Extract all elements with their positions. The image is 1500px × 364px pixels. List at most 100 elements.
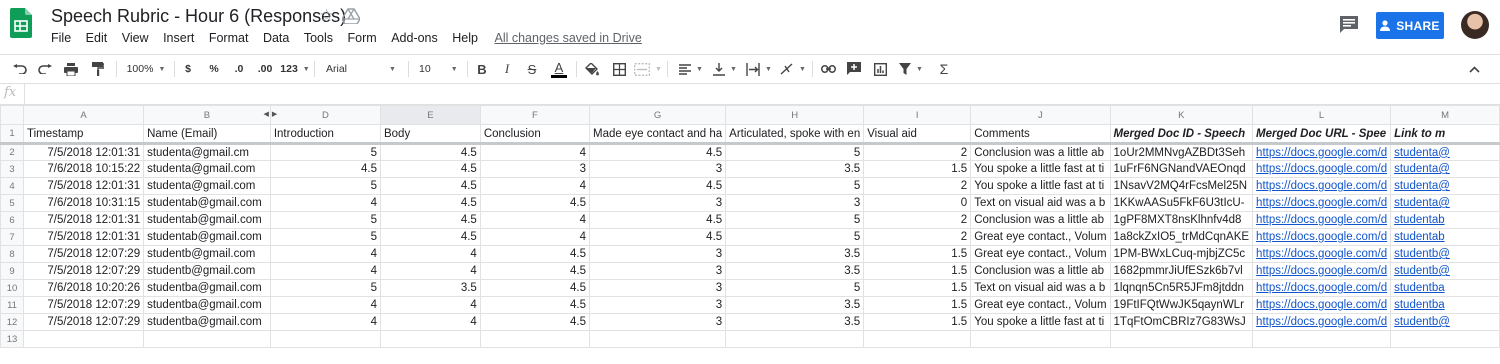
cell[interactable]: 7/6/2018 10:20:26 xyxy=(22,279,145,297)
comments-icon[interactable] xyxy=(1339,15,1359,34)
cell[interactable]: 4.5 xyxy=(269,160,381,178)
header-cell[interactable]: Merged Doc URL - Spee xyxy=(1252,124,1392,145)
vertical-align-icon[interactable]: ▼ xyxy=(710,55,740,83)
redo-icon[interactable] xyxy=(34,55,56,83)
cell[interactable]: 4 xyxy=(269,245,381,263)
cell[interactable]: 3 xyxy=(589,313,727,331)
collapse-toolbar-icon[interactable] xyxy=(1463,55,1485,83)
cell[interactable]: 4.5 xyxy=(379,177,481,195)
cell[interactable]: studentba@gmail.com xyxy=(143,279,271,297)
cell[interactable]: 3.5 xyxy=(379,279,481,297)
row-header[interactable]: 8 xyxy=(0,245,24,263)
column-header-l[interactable]: L xyxy=(1252,105,1392,125)
zoom-select[interactable]: 100% ▼ xyxy=(120,55,172,83)
header-cell[interactable]: Visual aid xyxy=(863,124,972,145)
font-family-select[interactable]: Arial ▼ xyxy=(320,55,404,83)
cell[interactable]: https://docs.google.com/d xyxy=(1252,245,1392,263)
cell[interactable]: 4.5 xyxy=(379,228,481,246)
cell[interactable]: 4.5 xyxy=(589,177,727,195)
cell[interactable]: 4 xyxy=(379,245,481,263)
cell[interactable]: 1lqnqn5Cn5R5JFm8jtddn xyxy=(1109,279,1254,297)
row-header[interactable]: 2 xyxy=(0,143,24,161)
cell[interactable]: You spoke a little fast at ti xyxy=(970,177,1111,195)
header-cell[interactable]: Link to m xyxy=(1390,124,1500,145)
cell[interactable] xyxy=(269,330,381,348)
menu-data[interactable]: Data xyxy=(263,31,289,45)
cell[interactable]: 3.5 xyxy=(725,262,865,280)
cell[interactable]: Great eye contact., Volum xyxy=(970,296,1111,314)
cell[interactable]: studentba@gmail.com xyxy=(143,313,271,331)
insert-chart-icon[interactable] xyxy=(869,55,891,83)
cell[interactable]: 7/5/2018 12:07:29 xyxy=(22,262,145,280)
cell[interactable]: 1a8ckZxIO5_trMdCqnAKE xyxy=(1109,228,1254,246)
cell[interactable]: 3 xyxy=(589,262,727,280)
cell[interactable]: studenta@ xyxy=(1390,177,1500,195)
menu-tools[interactable]: Tools xyxy=(304,31,333,45)
cell[interactable]: 1.5 xyxy=(863,262,972,280)
menu-view[interactable]: View xyxy=(122,31,149,45)
cell[interactable]: 5 xyxy=(725,228,865,246)
cell[interactable]: 3 xyxy=(589,194,727,212)
cell[interactable]: 1.5 xyxy=(863,296,972,314)
cell[interactable] xyxy=(379,330,481,348)
cell[interactable]: 4 xyxy=(379,313,481,331)
cell[interactable]: 4.5 xyxy=(479,279,591,297)
cell[interactable] xyxy=(479,330,591,348)
cell[interactable]: 2 xyxy=(863,228,972,246)
cell[interactable]: You spoke a little fast at ti xyxy=(970,160,1111,178)
cell[interactable]: 4 xyxy=(269,194,381,212)
cell[interactable]: studenta@ xyxy=(1390,143,1500,161)
cell[interactable]: 1.5 xyxy=(863,279,972,297)
cell[interactable]: 1oUr2MMNvgAZBDt3Seh xyxy=(1109,143,1254,161)
cell[interactable]: Conclusion was a little ab xyxy=(970,211,1111,229)
text-color-button[interactable]: A xyxy=(547,55,571,83)
cell[interactable]: 0 xyxy=(863,194,972,212)
menu-file[interactable]: File xyxy=(51,31,71,45)
row-header[interactable]: 10 xyxy=(0,279,24,297)
cell[interactable]: 3 xyxy=(725,194,865,212)
cell[interactable]: studentb@ xyxy=(1390,245,1500,263)
cell[interactable]: 4.5 xyxy=(479,262,591,280)
share-button[interactable]: SHARE xyxy=(1376,12,1444,39)
cell[interactable]: 7/5/2018 12:07:29 xyxy=(22,296,145,314)
cell[interactable]: 5 xyxy=(725,177,865,195)
row-header[interactable]: 4 xyxy=(0,177,24,195)
cell[interactable]: 4 xyxy=(269,296,381,314)
cell[interactable]: 1gPF8MXT8nsKlhnfv4d8 xyxy=(1109,211,1254,229)
row-header[interactable]: 7 xyxy=(0,228,24,246)
cell[interactable]: 7/6/2018 10:31:15 xyxy=(22,194,145,212)
column-header-m[interactable]: M xyxy=(1390,105,1500,125)
cell[interactable]: 7/6/2018 10:15:22 xyxy=(22,160,145,178)
cell[interactable]: Text on visual aid was a b xyxy=(970,194,1111,212)
menu-help[interactable]: Help xyxy=(452,31,478,45)
borders-icon[interactable] xyxy=(608,55,630,83)
filter-icon[interactable]: ▼ xyxy=(896,55,926,83)
cell[interactable]: https://docs.google.com/d xyxy=(1252,279,1392,297)
cell[interactable]: https://docs.google.com/d xyxy=(1252,160,1392,178)
row-header[interactable]: 13 xyxy=(0,330,24,348)
cell[interactable]: studentab@gmail.com xyxy=(143,194,271,212)
cell[interactable]: studentb@ xyxy=(1390,313,1500,331)
cell[interactable]: 4.5 xyxy=(479,194,591,212)
cell[interactable]: 7/5/2018 12:01:31 xyxy=(22,143,145,161)
cell[interactable]: 4.5 xyxy=(379,160,481,178)
cell[interactable]: 4.5 xyxy=(589,211,727,229)
insert-comment-icon[interactable] xyxy=(843,55,865,83)
hidden-column-right-arrow-icon[interactable]: ▶ xyxy=(272,110,277,118)
cell[interactable]: 5 xyxy=(725,279,865,297)
cell[interactable]: 4.5 xyxy=(589,143,727,161)
hidden-column-left-arrow-icon[interactable]: ◀ xyxy=(263,110,268,118)
cell[interactable]: https://docs.google.com/d xyxy=(1252,262,1392,280)
cell[interactable]: https://docs.google.com/d xyxy=(1252,228,1392,246)
account-avatar[interactable] xyxy=(1461,11,1489,39)
paint-format-icon[interactable] xyxy=(87,55,109,83)
cell[interactable]: 4 xyxy=(269,313,381,331)
header-cell[interactable]: Comments xyxy=(970,124,1111,145)
menu-insert[interactable]: Insert xyxy=(163,31,194,45)
cell[interactable]: 4.5 xyxy=(479,296,591,314)
cell[interactable]: studentb@ xyxy=(1390,262,1500,280)
row-header[interactable]: 9 xyxy=(0,262,24,280)
sheets-logo-icon[interactable] xyxy=(10,8,32,38)
cell[interactable]: 4 xyxy=(479,211,591,229)
header-cell[interactable]: Introduction xyxy=(269,124,381,145)
